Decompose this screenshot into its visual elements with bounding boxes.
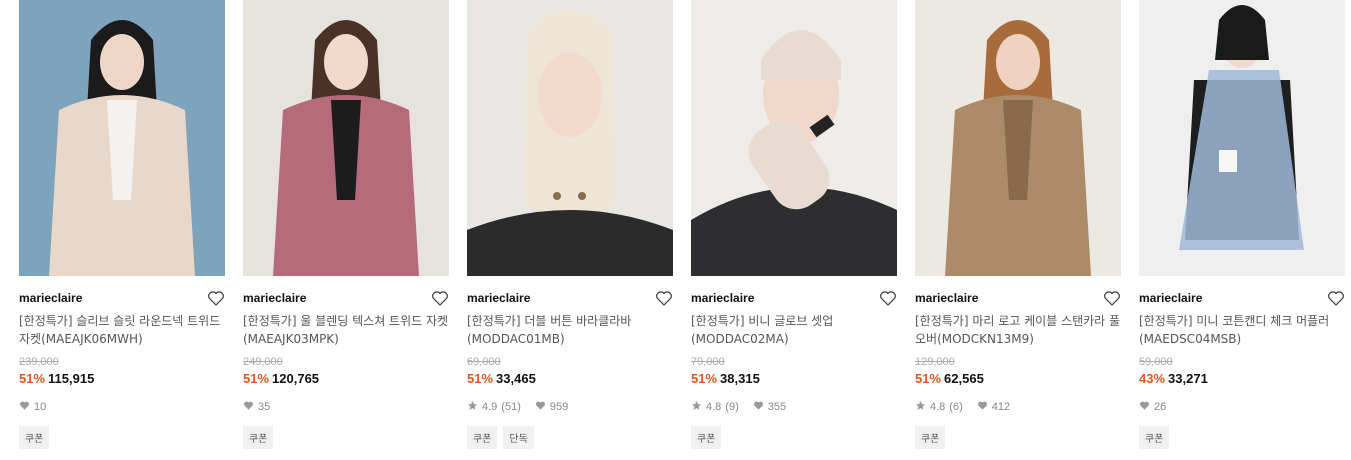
original-price: 249,000 [243,356,283,368]
like-count: 10 [34,401,47,413]
original-price: 239,000 [19,356,59,368]
like-count: 959 [549,401,569,413]
product-tag: 쿠폰 [691,426,722,449]
product-title[interactable]: [한정특가] 미니 코튼캔디 체크 머플러(MAEDSC04MSB) [1139,312,1345,348]
like-count-icon [19,400,30,414]
product-title[interactable]: [한정특가] 울 블렌딩 텍스쳐 트위드 자켓(MAEAJK03MPK) [243,312,449,348]
sale-price: 38,315 [720,371,760,386]
like-count: 35 [258,401,271,413]
product-title[interactable]: [한정특가] 슬리브 슬릿 라운드넥 트위드 자켓(MAEAJK06MWH) [19,312,225,348]
product-image[interactable] [915,0,1121,276]
discount-rate: 51% [243,371,270,386]
rating-value: 4.8 [706,401,722,413]
product-meta: 26 [1139,400,1345,414]
sale-price: 62,565 [944,371,984,386]
product-tag: 쿠폰 [915,426,946,449]
discount-rate: 51% [467,371,494,386]
product-tag: 쿠폰 [467,426,498,449]
wishlist-heart-icon[interactable] [1327,290,1345,306]
product-image[interactable] [243,0,449,276]
star-icon [467,400,478,414]
brand-name[interactable]: marieclaire [19,291,82,305]
product-card[interactable]: marieclaire [한정특가] 마리 로고 케이블 스탠카라 풀오버(MO… [915,0,1121,449]
rating-value: 4.9 [482,401,498,413]
product-meta: 4.8 (6) 412 [915,400,1121,414]
review-count: (51) [501,401,521,413]
wishlist-heart-icon[interactable] [431,290,449,306]
tag-list: 쿠폰 [243,426,449,449]
product-image[interactable] [467,0,673,276]
product-image[interactable] [1139,0,1345,276]
discount-rate: 51% [691,371,718,386]
product-title[interactable]: [한정특가] 더블 버튼 바라클라바(MODDAC01MB) [467,312,673,348]
original-price: 69,000 [467,356,501,368]
brand-name[interactable]: marieclaire [1139,291,1202,305]
product-meta: 4.8 (9) 355 [691,400,897,414]
brand-name[interactable]: marieclaire [467,291,530,305]
like-count-icon [243,400,254,414]
brand-name[interactable]: marieclaire [243,291,306,305]
product-card[interactable]: marieclaire [한정특가] 울 블렌딩 텍스쳐 트위드 자켓(MAEA… [243,0,449,449]
discount-rate: 51% [915,371,942,386]
sale-price: 115,915 [48,371,95,386]
product-meta: 4.9 (51) 959 [467,400,673,414]
brand-name[interactable]: marieclaire [915,291,978,305]
tag-list: 쿠폰 [691,426,897,449]
product-card[interactable]: marieclaire [한정특가] 슬리브 슬릿 라운드넥 트위드 자켓(MA… [19,0,225,449]
like-count-icon [1139,400,1150,414]
review-count: (6) [949,401,963,413]
like-count-icon [753,400,764,414]
wishlist-heart-icon[interactable] [655,290,673,306]
product-tag: 쿠폰 [243,426,274,449]
tag-list: 쿠폰 [915,426,1121,449]
rating-value: 4.8 [930,401,946,413]
star-icon [691,400,702,414]
product-card[interactable]: marieclaire [한정특가] 더블 버튼 바라클라바(MODDAC01M… [467,0,673,449]
tag-list: 쿠폰 [1139,426,1345,449]
like-count-icon [977,400,988,414]
wishlist-heart-icon[interactable] [207,290,225,306]
like-count: 412 [991,401,1011,413]
tag-list: 쿠폰 단독 [467,426,673,449]
product-image[interactable] [691,0,897,276]
product-meta: 10 [19,400,225,414]
sale-price: 33,465 [496,371,536,386]
product-card[interactable]: marieclaire [한정특가] 미니 코튼캔디 체크 머플러(MAEDSC… [1139,0,1345,449]
sale-price: 33,271 [1168,371,1208,386]
wishlist-heart-icon[interactable] [1103,290,1121,306]
like-count: 26 [1154,401,1167,413]
product-title[interactable]: [한정특가] 비니 글로브 셋업(MODDAC02MA) [691,312,897,348]
product-tag: 쿠폰 [19,426,50,449]
original-price: 79,000 [691,356,725,368]
review-count: (9) [725,401,739,413]
discount-rate: 51% [19,371,46,386]
product-title[interactable]: [한정특가] 마리 로고 케이블 스탠카라 풀오버(MODCKN13M9) [915,312,1121,348]
product-grid: marieclaire [한정특가] 슬리브 슬릿 라운드넥 트위드 자켓(MA… [0,0,1351,460]
like-count: 355 [767,401,787,413]
original-price: 129,000 [915,356,955,368]
product-tag: 쿠폰 [1139,426,1170,449]
like-count-icon [535,400,546,414]
product-tag: 단독 [503,426,534,449]
original-price: 59,000 [1139,356,1173,368]
tag-list: 쿠폰 [19,426,225,449]
star-icon [915,400,926,414]
wishlist-heart-icon[interactable] [879,290,897,306]
sale-price: 120,765 [272,371,320,386]
product-card[interactable]: marieclaire [한정특가] 비니 글로브 셋업(MODDAC02MA)… [691,0,897,449]
discount-rate: 43% [1139,371,1166,386]
product-image[interactable] [19,0,225,276]
brand-name[interactable]: marieclaire [691,291,754,305]
product-meta: 35 [243,400,449,414]
